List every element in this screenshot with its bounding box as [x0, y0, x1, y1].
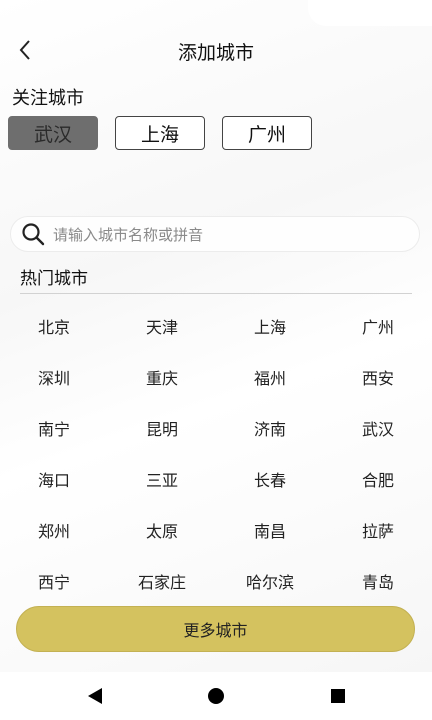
followed-city-chip[interactable]: 广州	[222, 116, 312, 150]
hot-city-item[interactable]: 南昌	[216, 504, 324, 555]
hot-city-item[interactable]: 郑州	[0, 504, 108, 555]
hot-city-item[interactable]: 西宁	[0, 555, 108, 606]
header: 添加城市	[0, 28, 432, 72]
hot-city-item[interactable]: 青岛	[324, 555, 432, 606]
followed-cities: 武汉 上海 广州	[8, 116, 312, 150]
hot-city-item[interactable]: 深圳	[0, 351, 108, 402]
hot-city-item[interactable]: 合肥	[324, 453, 432, 504]
hot-city-item[interactable]: 济南	[216, 402, 324, 453]
nav-home-button[interactable]	[203, 684, 229, 708]
divider	[20, 293, 412, 294]
system-nav-bar	[0, 672, 432, 720]
search-placeholder: 请输入城市名称或拼音	[53, 225, 204, 244]
page-title: 添加城市	[177, 42, 254, 64]
hot-city-item[interactable]: 福州	[216, 351, 324, 402]
hot-city-item[interactable]: 南宁	[0, 402, 108, 453]
hot-city-item[interactable]: 石家庄	[108, 555, 216, 606]
triangle-back-icon	[88, 688, 102, 704]
followed-city-chip[interactable]: 上海	[115, 116, 205, 150]
hot-city-item[interactable]: 武汉	[324, 402, 432, 453]
search-icon	[22, 223, 45, 246]
hot-city-item[interactable]: 广州	[324, 300, 432, 351]
square-recents-icon	[331, 689, 345, 703]
hot-cities-label: 热门城市	[20, 269, 88, 289]
hot-city-item[interactable]: 三亚	[108, 453, 216, 504]
hot-city-item[interactable]: 哈尔滨	[216, 555, 324, 606]
hot-city-item[interactable]: 昆明	[108, 402, 216, 453]
hot-cities-grid: 北京 天津 上海 广州 深圳 重庆 福州 西安 南宁 昆明 济南 武汉 海口 三…	[0, 300, 432, 606]
circle-home-icon	[208, 688, 224, 704]
hot-city-item[interactable]: 海口	[0, 453, 108, 504]
hot-city-item[interactable]: 上海	[216, 300, 324, 351]
hot-city-item[interactable]: 拉萨	[324, 504, 432, 555]
hot-city-item[interactable]: 北京	[0, 300, 108, 351]
nav-recents-button[interactable]	[325, 684, 351, 708]
hot-city-item[interactable]: 长春	[216, 453, 324, 504]
more-cities-button[interactable]: 更多城市	[16, 606, 415, 652]
hot-city-item[interactable]: 西安	[324, 351, 432, 402]
top-decoration	[308, 0, 432, 26]
search-input[interactable]: 请输入城市名称或拼音	[10, 216, 420, 252]
nav-back-button[interactable]	[82, 684, 108, 708]
followed-cities-label: 关注城市	[12, 88, 84, 109]
hot-city-item[interactable]: 天津	[108, 300, 216, 351]
hot-city-item[interactable]: 太原	[108, 504, 216, 555]
hot-city-item[interactable]: 重庆	[108, 351, 216, 402]
followed-city-chip[interactable]: 武汉	[8, 116, 98, 150]
